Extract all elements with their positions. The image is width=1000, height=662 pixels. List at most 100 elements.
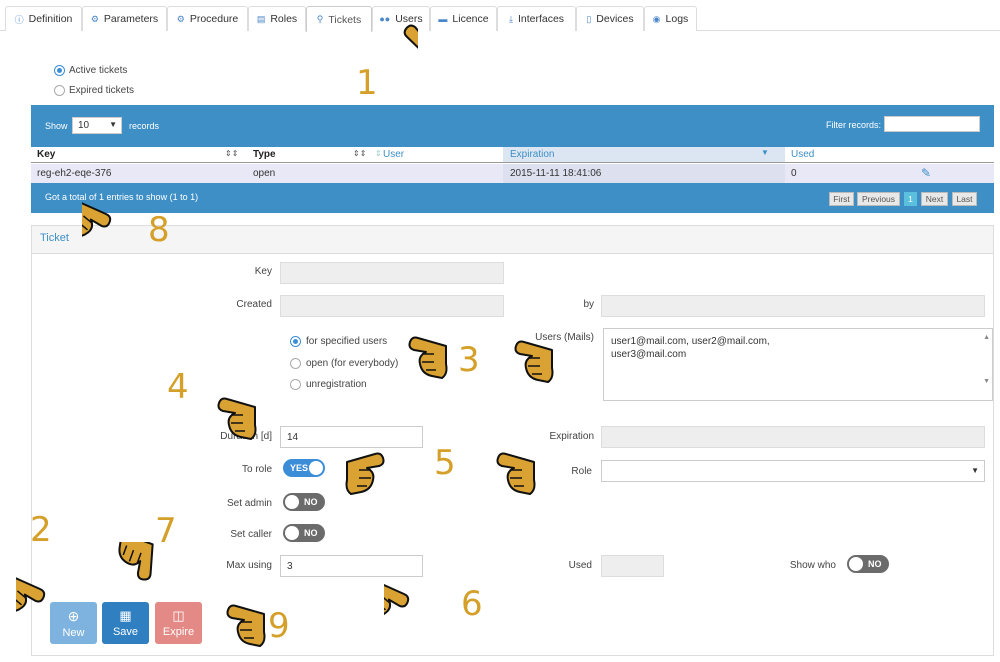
scroll-up-icon[interactable]: ▲ <box>983 331 990 344</box>
scroll-down-icon[interactable]: ▼ <box>983 375 990 388</box>
tab-roles[interactable]: ▤ Roles <box>248 6 306 31</box>
column-expiration[interactable]: Expiration <box>510 149 554 160</box>
column-type[interactable]: Type <box>253 149 276 160</box>
radio-indicator <box>290 379 301 390</box>
cell-type: open <box>253 168 276 179</box>
tab-label: Devices <box>596 13 634 25</box>
tab-logs[interactable]: ◉ Logs <box>644 6 697 31</box>
page-first-button[interactable]: First <box>829 192 854 206</box>
tab-parameters[interactable]: ⚙ Parameters <box>82 6 167 31</box>
radio-indicator <box>290 358 301 369</box>
users-mails-textarea[interactable]: user1@mail.com, user2@mail.com, user3@ma… <box>603 328 993 401</box>
expire-button[interactable]: ◫ Expire <box>155 602 202 644</box>
tab-interfaces[interactable]: ⤓ Interfaces <box>497 6 576 31</box>
pointing-hand-icon <box>514 340 554 383</box>
created-label: Created <box>236 299 272 310</box>
sort-icon[interactable]: ⇕⇕ <box>225 149 238 158</box>
column-key[interactable]: Key <box>37 149 55 160</box>
show-label: Show <box>45 121 68 131</box>
column-used[interactable]: Used <box>791 149 814 160</box>
radio-label: Active tickets <box>69 65 128 76</box>
radio-active-tickets[interactable]: Active tickets <box>54 65 127 76</box>
pointing-hand-icon <box>496 452 536 495</box>
save-button[interactable]: ▦ Save <box>102 602 149 644</box>
pointing-hand-icon <box>408 336 448 379</box>
pointing-hand-icon <box>401 10 418 63</box>
eye-icon: ◉ <box>652 13 661 24</box>
to-role-label: To role <box>241 464 272 475</box>
caret-down-icon: ▼ <box>109 120 117 129</box>
to-role-toggle[interactable]: YES <box>283 459 325 477</box>
tab-definition[interactable]: ⓘ Definition <box>5 6 82 31</box>
pointing-hand-icon <box>16 569 48 619</box>
cell-used: 0 <box>791 168 797 179</box>
page-next-button[interactable]: Next <box>921 192 948 206</box>
filter-label: Filter records: <box>826 120 882 130</box>
button-label: Expire <box>162 626 195 638</box>
radio-indicator <box>54 65 65 76</box>
radio-label: for specified users <box>306 336 388 347</box>
tab-bar: ⓘ Definition ⚙ Parameters ⚙ Procedure ▤ Role… <box>0 0 1000 32</box>
set-caller-label: Set caller <box>230 529 272 540</box>
download-icon: ⤓ <box>508 13 513 24</box>
tab-licence[interactable]: ▬ Licence <box>430 6 497 31</box>
button-label: Save <box>112 626 139 638</box>
table-row[interactable]: reg-eh2-eqe-376 open 2015-11-11 18:41:06… <box>31 164 994 183</box>
gears-icon: ⚙ <box>176 13 185 24</box>
sort-icon[interactable]: ⇕ <box>375 149 382 158</box>
pointing-hand-icon <box>118 542 162 583</box>
toggle-knob <box>285 495 299 509</box>
floppy-icon: ▦ <box>119 608 132 623</box>
users-line: user3@mail.com <box>611 349 687 360</box>
key-field[interactable] <box>280 262 504 284</box>
by-label: by <box>583 299 594 310</box>
show-who-label: Show who <box>789 560 836 571</box>
radio-expired-tickets[interactable]: Expired tickets <box>54 85 134 96</box>
annotation-number: 6 <box>461 584 483 624</box>
page-size-select[interactable]: 10 ▼ <box>72 117 122 134</box>
set-admin-toggle[interactable]: NO <box>283 493 325 511</box>
ticket-title: Ticket <box>40 232 69 244</box>
radio-unregistration[interactable]: unregistration <box>290 379 367 390</box>
pointing-hand-icon <box>217 397 257 440</box>
table-header: Key ⇕⇕ Type ⇕⇕ ⇕ User Expiration ▼ Used <box>31 147 994 163</box>
page-previous-button[interactable]: Previous <box>857 192 900 206</box>
sort-desc-icon[interactable]: ▼ <box>761 148 769 157</box>
edit-pencil-icon[interactable]: ✎ <box>921 166 931 180</box>
toggle-text: NO <box>304 528 318 538</box>
page-size-value: 10 <box>78 120 90 131</box>
role-select[interactable]: ▼ <box>601 460 985 482</box>
sort-icon[interactable]: ⇕⇕ <box>353 149 366 158</box>
annotation-number: 2 <box>30 510 52 550</box>
pointing-hand-icon <box>82 194 114 244</box>
annotation-number: 5 <box>434 443 456 483</box>
filter-input[interactable] <box>884 116 980 132</box>
pointing-hand-icon <box>384 574 412 626</box>
pointing-hand-icon <box>226 604 266 647</box>
set-admin-label: Set admin <box>226 498 272 509</box>
page-last-button[interactable]: Last <box>952 192 977 206</box>
used-field[interactable] <box>601 555 664 577</box>
toggle-knob <box>849 557 863 571</box>
show-who-toggle[interactable]: NO <box>847 555 889 573</box>
radio-specified-users[interactable]: for specified users <box>290 336 387 347</box>
created-field[interactable] <box>280 295 504 317</box>
radio-label: unregistration <box>306 379 367 390</box>
tab-procedure[interactable]: ⚙ Procedure <box>167 6 248 31</box>
annotation-number: 4 <box>167 367 189 407</box>
stack-icon: ▤ <box>256 13 266 24</box>
set-caller-toggle[interactable]: NO <box>283 524 325 542</box>
tab-label: Parameters <box>103 13 159 25</box>
tab-devices[interactable]: ▯ Devices <box>576 6 644 31</box>
toggle-knob <box>309 461 323 475</box>
column-user[interactable]: User <box>383 149 404 160</box>
caret-down-icon: ▼ <box>971 466 979 475</box>
page-current-button[interactable]: 1 <box>904 192 917 206</box>
expiration-field[interactable] <box>601 426 985 448</box>
annotation-number: 9 <box>268 606 290 646</box>
annotation-number: 3 <box>458 340 480 380</box>
records-label: records <box>129 121 160 131</box>
by-field[interactable] <box>601 295 985 317</box>
gear-icon: ⚙ <box>90 13 99 24</box>
device-icon: ▯ <box>586 13 592 24</box>
